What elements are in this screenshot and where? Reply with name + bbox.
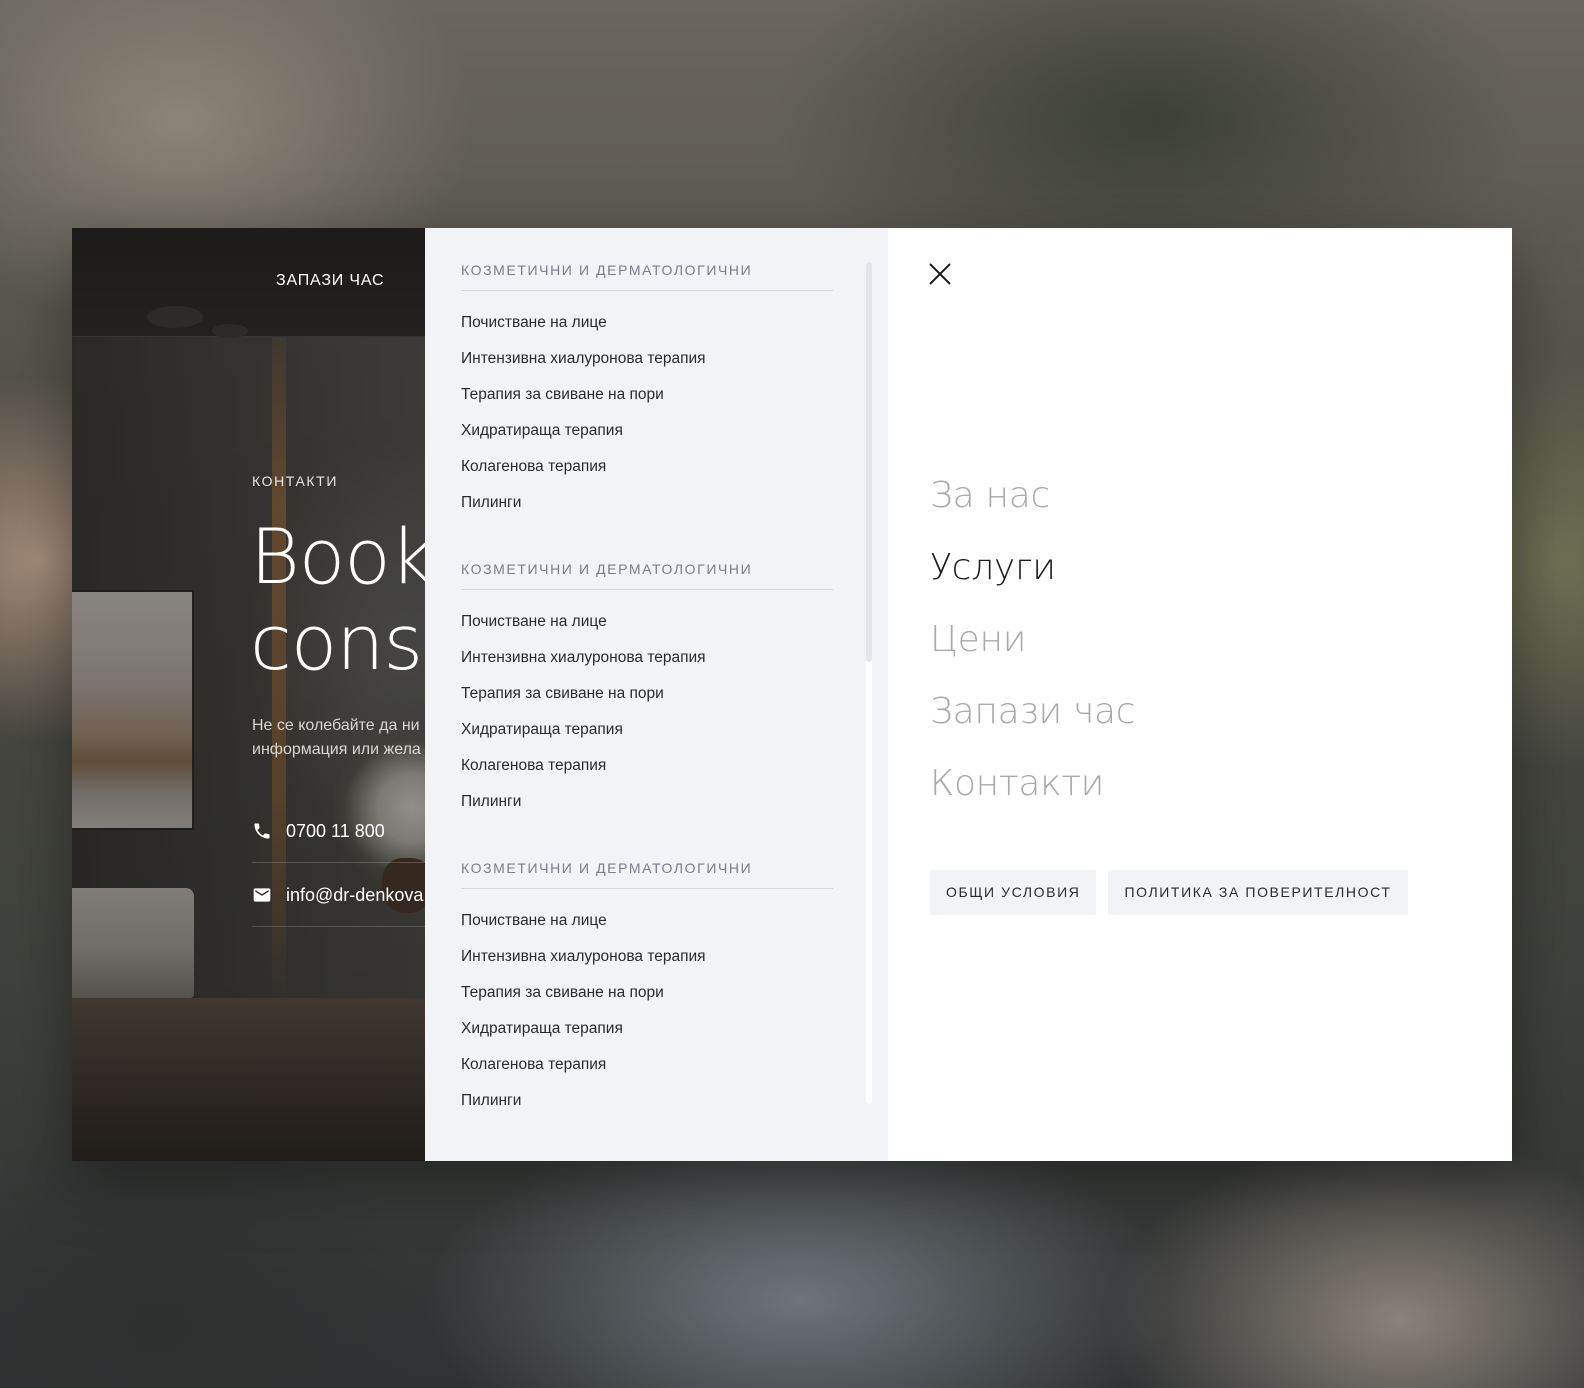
service-link[interactable]: Интензивна хиалуронова терапия: [461, 939, 833, 975]
dark-overlay: [72, 228, 425, 1161]
service-group: КОЗМЕТИЧНИ И ДЕРМАТОЛОГИЧНИ Почистване н…: [461, 561, 833, 820]
terms-link[interactable]: ОБЩИ УСЛОВИЯ: [930, 870, 1097, 915]
scrollbar-thumb[interactable]: [866, 262, 872, 662]
ceiling-light: [212, 324, 248, 338]
service-link[interactable]: Хидратираща терапия: [461, 413, 833, 449]
section-eyebrow: КОНТАКТИ: [252, 473, 338, 489]
hero-text: Не се колебайте да ни информация или жел…: [252, 717, 421, 758]
service-link[interactable]: Интензивна хиалуронова терапия: [461, 640, 833, 676]
hero-title: Book consu: [250, 512, 425, 687]
service-group-title: КОЗМЕТИЧНИ И ДЕРМАТОЛОГИЧНИ: [461, 561, 833, 590]
service-group-title: КОЗМЕТИЧНИ И ДЕРМАТОЛОГИЧНИ: [461, 860, 833, 889]
service-link[interactable]: Терапия за свиване на пори: [461, 676, 833, 712]
contacts-page-background: ЗАПАЗИ ЧАС КОНТАКТИ Book consu Не се кол…: [72, 228, 425, 1161]
main-navigation-panel: За нас Услуги Цени Запази час Контакти О…: [888, 228, 1512, 1161]
service-link[interactable]: Почистване на лице: [461, 305, 833, 341]
main-nav: За нас Услуги Цени Запази час Контакти: [930, 460, 1136, 820]
service-link[interactable]: Терапия за свиване на пори: [461, 975, 833, 1011]
service-link[interactable]: Колагенова терапия: [461, 748, 833, 784]
service-link[interactable]: Пилинги: [461, 485, 833, 521]
service-link[interactable]: Почистване на лице: [461, 903, 833, 939]
legal-links: ОБЩИ УСЛОВИЯ ПОЛИТИКА ЗА ПОВЕРИТЕЛНОСТ: [930, 870, 1408, 915]
phone-number: 0700 11 800: [286, 820, 385, 841]
service-link[interactable]: Интензивна хиалуронова терапия: [461, 341, 833, 377]
service-link[interactable]: Пилинги: [461, 784, 833, 820]
service-group: КОЗМЕТИЧНИ И ДЕРМАТОЛОГИЧНИ Почистване н…: [461, 860, 833, 1119]
phone-icon: [254, 823, 270, 839]
menu-modal: ЗАПАЗИ ЧАС КОНТАКТИ Book consu Не се кол…: [72, 228, 1512, 1161]
privacy-policy-link[interactable]: ПОЛИТИКА ЗА ПОВЕРИТЕЛНОСТ: [1108, 870, 1408, 915]
nav-item-book[interactable]: Запази час: [930, 676, 1136, 748]
email-contact[interactable]: info@dr-denkova: [252, 864, 425, 927]
service-link[interactable]: Пилинги: [461, 1083, 833, 1119]
service-group: КОЗМЕТИЧНИ И ДЕРМАТОЛОГИЧНИ Почистване н…: [461, 262, 833, 521]
email-address: info@dr-denkova: [286, 884, 424, 905]
nav-item-about[interactable]: За нас: [930, 460, 1135, 532]
service-link[interactable]: Хидратираща терапия: [461, 712, 833, 748]
nav-item-prices[interactable]: Цени: [930, 604, 1135, 676]
site-header: ЗАПАЗИ ЧАС: [72, 228, 425, 338]
services-submenu: КОЗМЕТИЧНИ И ДЕРМАТОЛОГИЧНИ Почистване н…: [425, 228, 888, 1161]
nav-item-contacts[interactable]: Контакти: [930, 748, 1135, 820]
service-link[interactable]: Колагенова терапия: [461, 449, 833, 485]
phone-contact[interactable]: 0700 11 800: [252, 800, 425, 863]
service-link[interactable]: Почистване на лице: [461, 604, 833, 640]
service-link[interactable]: Терапия за свиване на пори: [461, 377, 833, 413]
close-icon: [929, 263, 951, 285]
ceiling-light: [147, 306, 203, 328]
services-list: КОЗМЕТИЧНИ И ДЕРМАТОЛОГИЧНИ Почистване н…: [461, 228, 833, 1119]
service-link[interactable]: Хидратираща терапия: [461, 1011, 833, 1047]
mail-icon: [253, 888, 271, 902]
service-group-title: КОЗМЕТИЧНИ И ДЕРМАТОЛОГИЧНИ: [461, 262, 833, 291]
book-appointment-button[interactable]: ЗАПАЗИ ЧАС: [276, 272, 384, 290]
close-button[interactable]: [926, 260, 954, 288]
nav-item-services[interactable]: Услуги: [930, 532, 1135, 604]
service-link[interactable]: Колагенова терапия: [461, 1047, 833, 1083]
